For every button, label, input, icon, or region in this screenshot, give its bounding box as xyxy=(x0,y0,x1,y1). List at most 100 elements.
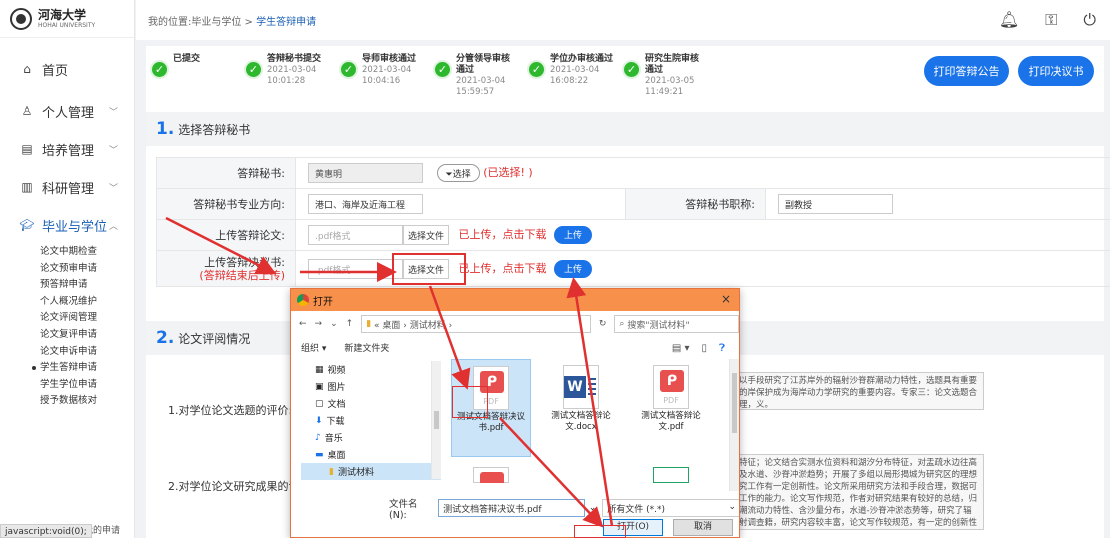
file-name: 测试文档答辩论文.docx xyxy=(551,411,611,432)
decision-file-input[interactable]: .pdf格式 xyxy=(308,258,403,279)
navigation-pane: ▦ 视频 ▣ 图片 ▢ 文档 ⬇ 下载 ♪ 音乐 ▬ 桌面 ▮ 测试材料 xyxy=(301,361,441,480)
submenu-item[interactable]: 个人概况维护 xyxy=(0,294,134,311)
nav-item-music[interactable]: ♪ 音乐 xyxy=(301,429,441,446)
picture-icon: ▣ xyxy=(315,381,324,392)
step-time: 15:59:57 xyxy=(456,87,495,97)
submenu-item[interactable]: 论文评阅管理 xyxy=(0,310,134,327)
nav-item-desktop[interactable]: ▬ 桌面 xyxy=(301,446,441,463)
filename-input[interactable]: 测试文档答辩决议书.pdf xyxy=(438,499,585,517)
path-text: « 桌面 › 测试材料 › xyxy=(374,320,453,331)
new-folder-button[interactable]: 新建文件夹 xyxy=(344,341,389,354)
uploaded-download-link[interactable]: 已上传，点击下载 xyxy=(459,228,547,241)
nav-item-pictures[interactable]: ▣ 图片 xyxy=(301,378,441,395)
major-field[interactable]: 港口、海岸及近海工程 xyxy=(308,194,423,214)
submenu-item[interactable]: 论文预审申请 xyxy=(0,261,134,278)
step-item: ✓ 学位办审核通过 2021-03-04 16:08:22 xyxy=(527,54,613,87)
field-label: 答辩秘书: xyxy=(156,157,296,189)
thesis-file-input[interactable]: .pdf格式 xyxy=(308,225,403,245)
submenu-item-current[interactable]: 学生答辩申请 xyxy=(0,360,134,377)
file-list: ᑭ PDF 测试文档答辩决议书.pdf W 测试文档答辩论文.docx ᑭ PDF … xyxy=(451,359,721,483)
files-scrollbar[interactable] xyxy=(729,359,739,491)
step-time: 11:49:21 xyxy=(645,87,684,97)
main-menu: ⌂ 首页 ♙ 个人管理 ﹀ ▤ 培养管理 ﹀ ▥ 科研管理 ﹀ 🎓︎ 毕业与学位… xyxy=(0,38,134,410)
up-icon[interactable]: ↑ xyxy=(346,319,354,329)
nav-item-downloads[interactable]: ⬇ 下载 xyxy=(301,412,441,429)
back-icon[interactable]: ← xyxy=(299,319,307,329)
menu-item-research[interactable]: ▥ 科研管理 ﹀ xyxy=(0,168,134,206)
path-box[interactable]: ▮ « 桌面 › 测试材料 › xyxy=(361,315,591,333)
check-icon: ✓ xyxy=(433,60,452,79)
sidebar: 河海大学 HOHAI UNIVERSITY ⌂ 首页 ♙ 个人管理 ﹀ ▤ 培养… xyxy=(0,0,135,538)
step-date: 2021-03-04 xyxy=(550,65,600,75)
search-input[interactable]: ⌕ 搜索"测试材料" xyxy=(614,315,739,333)
uploaded-download-link[interactable]: 已上传，点击下载 xyxy=(459,262,547,275)
search-icon: ⌕ xyxy=(619,319,625,329)
submenu-item[interactable]: 授予数据核对 xyxy=(0,393,134,410)
chevron-down-icon[interactable]: ⌄ xyxy=(330,319,338,329)
menu-item-home[interactable]: ⌂ 首页 xyxy=(0,46,134,92)
submenu-item[interactable]: 预答辩申请 xyxy=(0,277,134,294)
view-options-icon[interactable]: ▤ ▾ xyxy=(672,343,690,354)
print-decision-button[interactable]: 打印决议书 xyxy=(1018,56,1094,86)
menu-label: 毕业与学位 xyxy=(42,219,108,235)
breadcrumb-path[interactable]: 我的位置:毕业与学位 > xyxy=(148,17,253,28)
submenu-item[interactable]: 论文复评申请 xyxy=(0,327,134,344)
submenu-item[interactable]: 论文中期检查 xyxy=(0,244,134,261)
power-icon[interactable]: ⏻ xyxy=(1083,10,1096,30)
filetype-select[interactable]: 所有文件 (*.*) ⌄ xyxy=(602,499,739,517)
lock-icon[interactable]: ⚿ xyxy=(1045,10,1057,30)
download-icon: ⬇ xyxy=(315,415,323,426)
choose-file-button[interactable]: 选择文件 xyxy=(403,225,450,245)
submenu-item[interactable]: 学生学位申请 xyxy=(0,377,134,394)
select-button[interactable]: ⏷选择 xyxy=(436,164,480,182)
file-open-dialog: 打开 × ← → ⌄ ↑ ▮ « 桌面 › 测试材料 › ↻ ⌕ 搜索"测试材料… xyxy=(290,288,740,538)
section-header: 1. 选择答辩秘书 xyxy=(146,112,1104,146)
submenu-item[interactable]: 论文申诉申请 xyxy=(0,344,134,361)
close-icon[interactable]: × xyxy=(721,292,731,306)
desktop-icon: ▬ xyxy=(315,449,324,460)
chevron-down-icon: ﹀ xyxy=(108,183,118,194)
rank-field[interactable]: 副教授 xyxy=(778,194,893,214)
menu-item-graduation[interactable]: 🎓︎ 毕业与学位 ︿ xyxy=(0,206,134,244)
help-icon[interactable]: ❓︎ xyxy=(719,343,725,354)
step-item: ✓ 已提交 xyxy=(150,54,200,79)
view-controls: ▤ ▾ ▯ ❓︎ xyxy=(672,343,725,354)
cancel-button[interactable]: 取消 xyxy=(673,519,733,536)
nav-item-documents[interactable]: ▢ 文档 xyxy=(301,395,441,412)
breadcrumb-current: 学生答辩申请 xyxy=(256,16,317,28)
scrollbar-thumb[interactable] xyxy=(434,411,439,429)
menu-item-training[interactable]: ▤ 培养管理 ﹀ xyxy=(0,130,134,168)
organize-menu[interactable]: 组织 ▾ xyxy=(301,341,326,354)
graduation-submenu: 论文中期检查 论文预审申请 预答辩申请 个人概况维护 论文评阅管理 论文复评申请… xyxy=(0,244,134,410)
chevron-down-icon[interactable]: ⌄ xyxy=(589,503,597,513)
book-icon: ▤ xyxy=(21,142,33,156)
file-item[interactable] xyxy=(451,463,531,483)
browser-status-bar: javascript:void(0); xyxy=(0,524,92,538)
bell-icon[interactable]: 🔔︎ xyxy=(999,10,1019,30)
file-item[interactable]: ᑭ PDF 测试文档答辩论文.pdf xyxy=(631,359,711,433)
preview-pane-icon[interactable]: ▯ xyxy=(701,343,707,354)
step-date: 2021-03-04 xyxy=(267,65,317,75)
menu-item-personal[interactable]: ♙ 个人管理 ﹀ xyxy=(0,92,134,130)
upload-button[interactable]: 上传 xyxy=(554,259,593,278)
chevron-down-icon: ⌄ xyxy=(728,502,736,512)
step-item: ✓ 导师审核通过 2021-03-04 10:04:16 xyxy=(339,54,416,87)
upload-button[interactable]: 上传 xyxy=(554,226,593,244)
nav-scrollbar[interactable] xyxy=(431,361,441,479)
select-button-label: 选择 xyxy=(452,170,471,180)
decision-label-cell: 上传答辩决议书: (答辩结束后上传) xyxy=(156,250,296,287)
nav-item-test-folder[interactable]: ▮ 测试材料 xyxy=(301,463,441,480)
check-icon: ✓ xyxy=(244,60,263,79)
filter-icon: ⏷ xyxy=(445,170,453,180)
step-date: 2021-03-05 xyxy=(645,76,695,86)
file-item[interactable] xyxy=(631,463,711,483)
scrollbar-thumb[interactable] xyxy=(732,373,737,433)
refresh-icon[interactable]: ↻ xyxy=(599,319,607,329)
chart-icon: ▥ xyxy=(21,180,33,194)
print-notice-button[interactable]: 打印答辩公告 xyxy=(924,56,1009,86)
chrome-icon xyxy=(297,294,309,306)
menu-label: 科研管理 xyxy=(42,181,95,197)
nav-item-videos[interactable]: ▦ 视频 xyxy=(301,361,441,378)
forward-icon[interactable]: → xyxy=(315,319,323,329)
file-item[interactable]: W 测试文档答辩论文.docx xyxy=(541,359,621,433)
